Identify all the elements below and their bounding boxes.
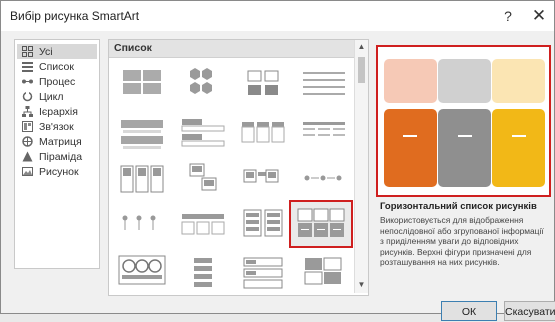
picture-icon: [22, 166, 33, 177]
cycle-icon: [22, 91, 33, 102]
help-button[interactable]: ?: [496, 5, 520, 27]
category-item-hierarchy[interactable]: Ієрархія: [17, 104, 97, 119]
list-icon: [22, 61, 33, 72]
category-label: Матриця: [39, 135, 82, 148]
hierarchy-icon: [22, 106, 33, 117]
layout-name: Горизонтальний список рисунків: [380, 201, 537, 212]
category-item-all[interactable]: Усі: [17, 44, 97, 59]
layout-tile-vertical-chevron-list[interactable]: [176, 250, 230, 292]
layout-tile-trapezoid-list[interactable]: [115, 202, 169, 244]
category-label: Зв'язок: [39, 120, 74, 133]
category-item-process[interactable]: Процес: [17, 74, 97, 89]
layout-tile-accent-picture-list[interactable]: [176, 158, 230, 200]
scroll-down-icon[interactable]: ▼: [355, 280, 368, 289]
smartart-dialog: Вибір рисунка SmartArt ? ✕ Усі Список Пр…: [0, 0, 555, 321]
layout-gallery: Список ▲ ▼: [108, 39, 369, 296]
layout-tile-hexagon-cluster[interactable]: [176, 62, 230, 104]
category-item-list[interactable]: Список: [17, 59, 97, 74]
gallery-header-label: Список: [114, 42, 152, 54]
layout-tile-horizontal-bullet-list[interactable]: [236, 112, 290, 154]
close-button[interactable]: ✕: [527, 5, 551, 27]
gallery-header: Список: [109, 40, 354, 58]
all-icon: [22, 46, 33, 57]
cancel-button[interactable]: Скасувати: [504, 301, 555, 321]
scroll-up-icon[interactable]: ▲: [355, 42, 368, 51]
layout-tile-vertical-box-list[interactable]: [176, 112, 230, 154]
process-icon: [22, 76, 33, 87]
title-bar: Вибір рисунка SmartArt ? ✕: [1, 1, 554, 31]
layout-preview: [376, 45, 551, 197]
category-label: Усі: [39, 45, 53, 58]
layout-tile-bending-picture-list[interactable]: [236, 158, 290, 200]
category-item-picture[interactable]: Рисунок: [17, 164, 97, 179]
category-item-matrix[interactable]: Матриця: [17, 134, 97, 149]
layout-description: Використовується для відображення непосл…: [380, 215, 544, 268]
layout-tile-vertical-block-list[interactable]: [236, 250, 290, 292]
relationship-icon: [22, 121, 33, 132]
layout-tile-lined-list[interactable]: [297, 62, 351, 104]
dialog-title: Вибір рисунка SmartArt: [10, 9, 140, 23]
category-label: Процес: [39, 75, 76, 88]
layout-tile-square-accent-list[interactable]: [236, 202, 290, 244]
category-list: Усі Список Процес Цикл Ієрархія Зв'язок …: [14, 39, 100, 269]
layout-tile-vertical-bullet-list[interactable]: [115, 112, 169, 154]
gallery-scrollbar[interactable]: ▲ ▼: [354, 40, 368, 293]
category-label: Ієрархія: [39, 105, 78, 118]
category-label: Піраміда: [39, 150, 83, 163]
layout-tile-table-list[interactable]: [297, 112, 351, 154]
scroll-thumb[interactable]: [358, 57, 365, 83]
layout-tile-process-list[interactable]: [297, 158, 351, 200]
layout-tile-pictured-block-list[interactable]: [297, 250, 351, 292]
category-label: Цикл: [39, 90, 64, 103]
layout-details: Горизонтальний список рисунків Використо…: [376, 197, 551, 294]
category-label: Рисунок: [39, 165, 79, 178]
layout-tile-grouped-list[interactable]: [176, 202, 230, 244]
layout-tile-horizontal-picture-list[interactable]: [289, 200, 353, 248]
layout-tile-stacked-list[interactable]: [236, 62, 290, 104]
matrix-icon: [22, 136, 33, 147]
layout-tile-circle-picture-list[interactable]: [115, 250, 169, 292]
category-item-relationship[interactable]: Зв'язок: [17, 119, 97, 134]
category-label: Список: [39, 60, 74, 73]
category-item-pyramid[interactable]: Піраміда: [17, 149, 97, 164]
ok-button[interactable]: ОК: [441, 301, 497, 321]
pyramid-icon: [22, 151, 33, 162]
layout-tile-basic-block-list[interactable]: [115, 62, 169, 104]
layout-tile-picture-caption-list[interactable]: [115, 158, 169, 200]
category-item-cycle[interactable]: Цикл: [17, 89, 97, 104]
